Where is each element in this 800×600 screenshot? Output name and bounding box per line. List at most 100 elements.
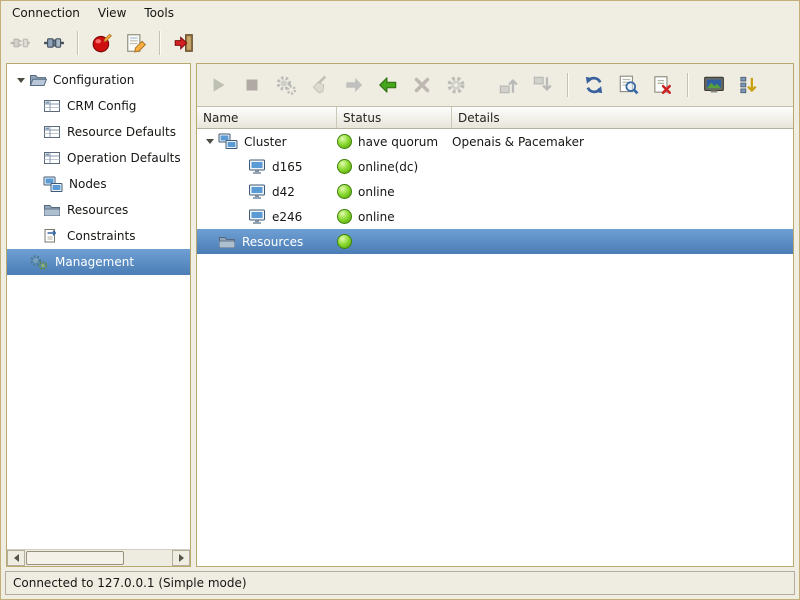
status-cell xyxy=(337,229,452,254)
details-cell xyxy=(452,179,793,204)
menu-tools[interactable]: Tools xyxy=(135,2,183,24)
column-header-name[interactable]: Name xyxy=(197,107,337,128)
details-cell: Openais & Pacemaker xyxy=(452,129,793,154)
table-row-resources[interactable]: Resources xyxy=(197,229,793,254)
table-row-node-d42[interactable]: d42 online xyxy=(197,179,793,204)
scrollbar-thumb[interactable] xyxy=(26,551,124,565)
expander-icon[interactable] xyxy=(13,72,29,88)
details-cell xyxy=(452,204,793,229)
sidebar-item-operation-defaults[interactable]: Operation Defaults xyxy=(7,145,190,171)
expander-icon[interactable] xyxy=(202,134,218,150)
navigation-tree: Configuration CRM Config Resource Defaul… xyxy=(7,64,190,549)
stop-button[interactable] xyxy=(239,72,265,98)
navigation-panel: Configuration CRM Config Resource Defaul… xyxy=(6,63,191,567)
name-cell: d42 xyxy=(197,179,337,204)
transition-button[interactable] xyxy=(649,72,675,98)
menu-view[interactable]: View xyxy=(89,2,135,24)
sidebar-item-management[interactable]: Management xyxy=(7,249,190,275)
computer-icon xyxy=(248,184,266,200)
column-header-status[interactable]: Status xyxy=(337,107,452,128)
name-cell: Resources xyxy=(197,229,337,254)
settings-button[interactable] xyxy=(443,72,469,98)
status-cell: online xyxy=(337,179,452,204)
sidebar-item-crm-config[interactable]: CRM Config xyxy=(7,93,190,119)
toolbar-separator xyxy=(567,73,569,97)
monitor-button[interactable] xyxy=(701,72,727,98)
row-label: Cluster xyxy=(244,135,287,149)
horizontal-scrollbar[interactable] xyxy=(7,549,190,566)
status-text: online xyxy=(358,185,395,199)
unmigrate-button[interactable] xyxy=(375,72,401,98)
scrollbar-track[interactable] xyxy=(125,550,172,566)
settings-grid-icon xyxy=(43,98,61,114)
status-ok-icon xyxy=(337,159,352,174)
red-ball-pencil-icon xyxy=(91,32,113,54)
name-cell: e246 xyxy=(197,204,337,229)
folder-closed-icon xyxy=(218,234,236,250)
main-area: Configuration CRM Config Resource Defaul… xyxy=(1,61,799,570)
computer-icon xyxy=(248,209,266,225)
sidebar-item-label: Management xyxy=(55,255,134,269)
status-text: have quorum xyxy=(358,135,438,149)
demote-button[interactable] xyxy=(529,72,555,98)
settings-grid-icon xyxy=(43,150,61,166)
sidebar-item-label: CRM Config xyxy=(67,99,136,113)
migrate-button[interactable] xyxy=(341,72,367,98)
management-panel: Name Status Details Cluster have quorum xyxy=(196,63,794,567)
status-cell: online(dc) xyxy=(337,154,452,179)
promote-button[interactable] xyxy=(495,72,521,98)
start-button[interactable] xyxy=(205,72,231,98)
sidebar-item-label: Constraints xyxy=(67,229,135,243)
delete-button[interactable] xyxy=(409,72,435,98)
sidebar-item-resources[interactable]: Resources xyxy=(7,197,190,223)
settings-grid-icon xyxy=(43,124,61,140)
name-cell: d165 xyxy=(197,154,337,179)
sort-down-icon xyxy=(737,74,759,96)
manage-button[interactable] xyxy=(273,72,299,98)
stop-icon xyxy=(241,74,263,96)
sidebar-item-resource-defaults[interactable]: Resource Defaults xyxy=(7,119,190,145)
row-label: e246 xyxy=(272,210,302,224)
node-up-icon xyxy=(497,74,519,96)
status-ok-icon xyxy=(337,134,352,149)
sidebar-item-nodes[interactable]: Nodes xyxy=(7,171,190,197)
status-ok-icon xyxy=(337,209,352,224)
table-row-node-d165[interactable]: d165 online(dc) xyxy=(197,154,793,179)
action-toolbar xyxy=(197,64,793,106)
row-label: d42 xyxy=(272,185,295,199)
connect-button[interactable] xyxy=(39,28,69,58)
status-bar-text: Connected to 127.0.0.1 (Simple mode) xyxy=(13,576,247,590)
sidebar-item-label: Resources xyxy=(67,203,128,217)
exit-door-icon xyxy=(173,32,195,54)
status-ok-icon xyxy=(337,234,352,249)
row-label: d165 xyxy=(272,160,303,174)
refresh-button[interactable] xyxy=(581,72,607,98)
column-header-details[interactable]: Details xyxy=(452,107,793,128)
login-button[interactable] xyxy=(87,28,117,58)
gears-network-icon xyxy=(29,254,49,271)
toolbar-separator xyxy=(687,73,689,97)
view-details-button[interactable] xyxy=(615,72,641,98)
sort-button[interactable] xyxy=(735,72,761,98)
plug-disconnected-icon xyxy=(9,32,31,54)
exit-button[interactable] xyxy=(169,28,199,58)
sidebar-item-configuration[interactable]: Configuration xyxy=(7,67,190,93)
sidebar-item-label: Nodes xyxy=(69,177,107,191)
scroll-right-button[interactable] xyxy=(172,550,190,566)
status-bar: Connected to 127.0.0.1 (Simple mode) xyxy=(5,571,795,595)
table-row-node-e246[interactable]: e246 online xyxy=(197,204,793,229)
menu-connection[interactable]: Connection xyxy=(3,2,89,24)
sidebar-item-constraints[interactable]: Constraints xyxy=(7,223,190,249)
table-header: Name Status Details xyxy=(197,107,793,129)
node-down-icon xyxy=(531,74,553,96)
main-toolbar xyxy=(1,25,799,61)
gear-icon xyxy=(445,74,467,96)
table-row-cluster[interactable]: Cluster have quorum Openais & Pacemaker xyxy=(197,129,793,154)
close-icon xyxy=(411,74,433,96)
sidebar-item-label: Resource Defaults xyxy=(67,125,176,139)
edit-button[interactable] xyxy=(121,28,151,58)
disconnect-button[interactable] xyxy=(5,28,35,58)
cleanup-button[interactable] xyxy=(307,72,333,98)
cluster-computers-icon xyxy=(218,133,238,150)
scroll-left-button[interactable] xyxy=(7,550,25,566)
